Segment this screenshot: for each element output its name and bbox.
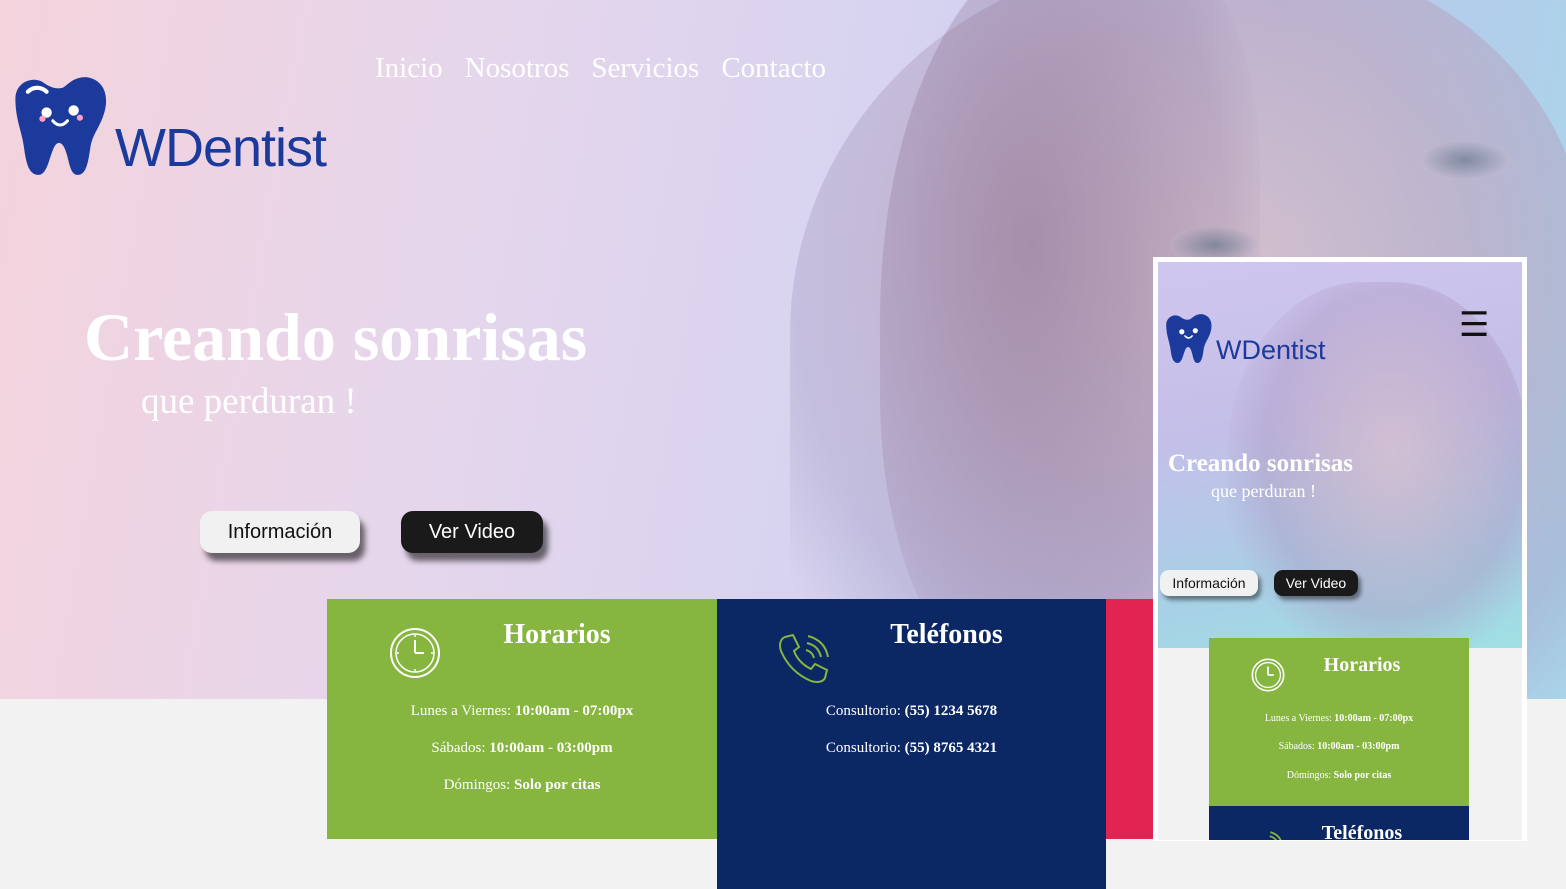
nav-item-inicio[interactable]: Inicio <box>375 52 443 85</box>
main-nav: Inicio Nosotros Servicios Contacto <box>375 52 826 85</box>
horarios-title: Horarios <box>503 619 611 650</box>
mobile-horarios-line-value: Solo por citas <box>1333 770 1392 781</box>
telefonos-card: Teléfonos Consultorio: (55) 1234 5678 Co… <box>717 599 1106 889</box>
horarios-card: Horarios Lunes a Viernes: 10:00am - 07:0… <box>327 599 717 839</box>
telefonos-title: Teléfonos <box>890 619 1003 650</box>
horarios-line: Sábados: 10:00am - 03:00pm <box>327 740 717 757</box>
mobile-hero-section: WDentist ☰ Creando sonrisas que perduran… <box>1158 262 1522 648</box>
mobile-horarios-line-label: Dómingos: <box>1286 770 1332 781</box>
info-button[interactable]: Información <box>200 511 360 553</box>
telefonos-line: Consultorio: (55) 1234 5678 <box>717 703 1106 720</box>
tooth-logo-icon <box>15 77 107 175</box>
telefonos-line-label: Consultorio: <box>825 740 901 756</box>
horarios-line: Lunes a Viernes: 10:00am - 07:00px <box>327 703 717 720</box>
hamburger-icon[interactable]: ☰ <box>1459 308 1489 342</box>
hero-headline: Creando sonrisas <box>84 299 588 375</box>
mobile-telefonos-card: Teléfonos <box>1209 806 1469 840</box>
mobile-telefonos-title: Teléfonos <box>1321 822 1403 840</box>
horarios-line: Dómingos: Solo por citas <box>327 777 717 794</box>
mobile-horarios-card: Horarios Lunes a Viernes: 10:00am - 07:0… <box>1209 638 1469 806</box>
tooth-logo-icon <box>1166 314 1212 363</box>
horarios-line-value: 10:00am - 03:00pm <box>489 740 613 756</box>
watch-video-button[interactable]: Ver Video <box>401 511 543 553</box>
mobile-horarios-title: Horarios <box>1323 654 1401 676</box>
brand-name: WDentist <box>115 118 327 178</box>
mobile-watch-video-button[interactable]: Ver Video <box>1274 570 1358 596</box>
mobile-horarios-line: Sábados: 10:00am - 03:00pm <box>1209 741 1469 752</box>
mobile-brand-logo[interactable]: WDentist <box>1161 312 1326 364</box>
horarios-line-label: Sábados: <box>431 740 486 756</box>
brand-logo[interactable]: WDentist <box>5 73 327 178</box>
mobile-hero-headline: Creando sonrisas <box>1168 450 1353 477</box>
mobile-horarios-line-value: 10:00am - 07:00px <box>1334 713 1414 724</box>
hero-subline: que perduran ! <box>141 381 357 422</box>
telefonos-line-value: (55) 1234 5678 <box>904 703 998 719</box>
mobile-horarios-line: Lunes a Viernes: 10:00am - 07:00px <box>1209 713 1469 724</box>
mobile-hero-subline: que perduran ! <box>1211 481 1316 501</box>
nav-item-servicios[interactable]: Servicios <box>591 52 699 85</box>
mobile-horarios-line: Dómingos: Solo por citas <box>1209 770 1469 781</box>
mobile-preview-screen: WDentist ☰ Creando sonrisas que perduran… <box>1158 262 1522 840</box>
horarios-line-value: Solo por citas <box>514 777 601 793</box>
mobile-horarios-line-value: 10:00am - 03:00pm <box>1317 741 1400 752</box>
mobile-horarios-line-label: Lunes a Viernes: <box>1264 713 1332 724</box>
mobile-info-button[interactable]: Información <box>1160 570 1258 596</box>
horarios-line-value: 10:00am - 07:00px <box>514 703 634 719</box>
telefonos-line-value: (55) 8765 4321 <box>904 740 998 756</box>
horarios-line-label: Dómingos: <box>443 777 511 793</box>
mobile-preview-frame: WDentist ☰ Creando sonrisas que perduran… <box>1153 257 1527 841</box>
mobile-brand-name: WDentist <box>1216 335 1326 365</box>
hero-photo-eye <box>1420 140 1510 180</box>
nav-item-contacto[interactable]: Contacto <box>721 52 826 85</box>
mobile-horarios-line-label: Sábados: <box>1278 741 1315 752</box>
nav-item-nosotros[interactable]: Nosotros <box>465 52 570 85</box>
telefonos-line-label: Consultorio: <box>825 703 901 719</box>
horarios-line-label: Lunes a Viernes: <box>410 703 512 719</box>
telefonos-line: Consultorio: (55) 8765 4321 <box>717 740 1106 757</box>
